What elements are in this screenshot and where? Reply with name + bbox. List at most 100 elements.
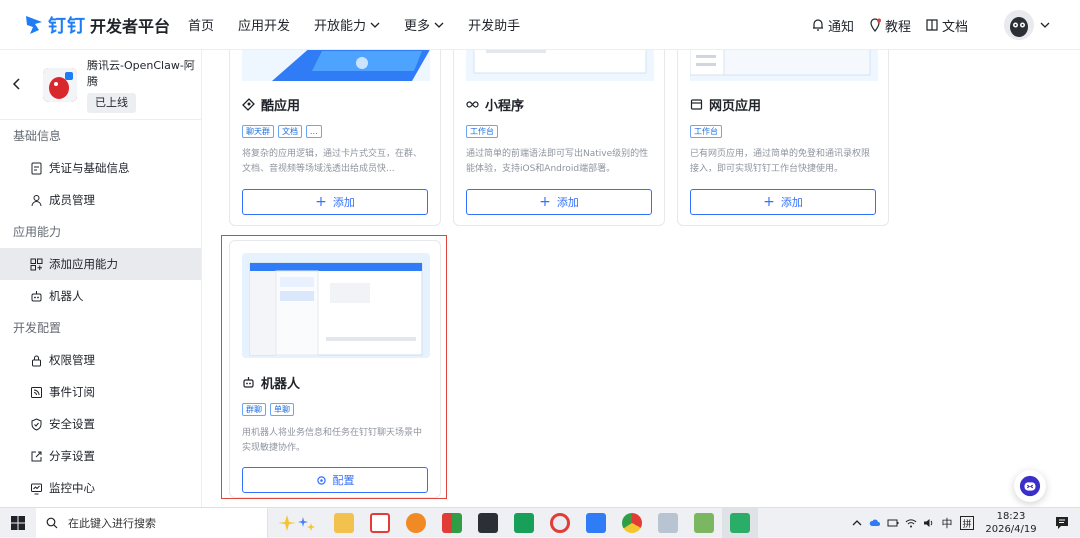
group-app-capability: 应用能力: [13, 225, 62, 239]
add-cool-app-button[interactable]: + 添加: [242, 189, 428, 215]
sidebar-item-label: 事件订阅: [49, 385, 95, 399]
nav-open-capability-label: 开放能力: [314, 19, 367, 34]
clock-time: 18:23: [996, 511, 1026, 522]
tray-expand[interactable]: [848, 508, 866, 538]
notify-label: 通知: [827, 19, 854, 35]
nav-dev-assistant[interactable]: 开发助手: [468, 15, 520, 34]
tag: 工作台: [466, 125, 498, 138]
sidebar-item-monitor[interactable]: 监控中心: [0, 472, 201, 504]
robot-icon: [31, 290, 42, 301]
sidebar-item-label: 分享设置: [49, 449, 95, 463]
chevron-down-icon: [434, 22, 444, 28]
taskbar-notes[interactable]: [686, 508, 722, 538]
lobster-mascot-icon: [43, 68, 77, 102]
notification-center-button[interactable]: [1044, 508, 1080, 538]
taskbar-chrome[interactable]: [614, 508, 650, 538]
grid-add-icon: [30, 258, 43, 270]
shield-icon: [31, 417, 42, 431]
taskbar-code-app[interactable]: [506, 508, 542, 538]
add-web-app-button[interactable]: + 添加: [690, 189, 876, 215]
chevron-down-icon[interactable]: [1040, 20, 1050, 30]
notify-button[interactable]: 通知: [811, 16, 854, 35]
taskbar-file-explorer[interactable]: [326, 508, 362, 538]
swirl-app-icon: [550, 512, 570, 533]
terminal-icon: [478, 512, 498, 533]
subscribe-icon: [31, 386, 42, 398]
sparkle-icon: [278, 514, 315, 531]
sidebar-item-security[interactable]: 安全设置: [0, 408, 201, 440]
search-placeholder: 在此键入进行搜索: [68, 516, 156, 530]
taskbar-search-app[interactable]: [398, 508, 434, 538]
brand-name: 钉钉: [48, 15, 86, 37]
card-description: 已有网页应用，通过简单的免登和通讯录权限接入，即可实现钉钉工作台快捷使用。: [690, 149, 871, 174]
nav-dev-assistant-label: 开发助手: [468, 19, 521, 34]
nav-app-dev[interactable]: 应用开发: [238, 15, 290, 34]
taskbar-image-viewer[interactable]: [650, 508, 686, 538]
group-basic-info: 基础信息: [13, 129, 62, 143]
taskbar-wechat[interactable]: [722, 507, 758, 538]
nav-open-capability[interactable]: 开放能力: [314, 15, 380, 34]
nav-home[interactable]: 首页: [188, 15, 214, 34]
sidebar-item-permissions[interactable]: 权限管理: [0, 344, 201, 376]
code-app-icon: [514, 512, 534, 533]
card-title: 小程序: [466, 95, 524, 114]
user-icon: [31, 194, 42, 206]
app-icon: [43, 68, 77, 102]
plus-icon: +: [315, 194, 327, 210]
card-description: 将复杂的应用逻辑，通过卡片式交互，在群、文档、音视频等场域浅透出给成员快...: [242, 149, 423, 174]
sidebar-item-label: 安全设置: [49, 417, 95, 431]
back-arrow-icon[interactable]: [11, 78, 23, 90]
assistant-bot-icon: [1019, 475, 1041, 497]
lock-icon: [32, 355, 41, 366]
tutorial-button[interactable]: 教程: [868, 16, 911, 35]
tray-cloud[interactable]: [866, 508, 884, 538]
logo[interactable]: 钉钉 开发者平台: [24, 12, 174, 38]
taskbar-terminal[interactable]: [470, 508, 506, 538]
taskbar-swirl-app[interactable]: [542, 508, 578, 538]
sparkle-search-highlight-icon[interactable]: [268, 508, 326, 538]
plus-icon: +: [539, 194, 551, 210]
dingtalk-logo-icon: [26, 15, 42, 34]
image-viewer-icon: [658, 512, 678, 533]
card-title: 酷应用: [242, 95, 300, 114]
tray-battery[interactable]: [884, 508, 902, 538]
infinity-link-icon: [466, 101, 479, 108]
notification-icon: [1056, 517, 1068, 529]
add-mini-program-button[interactable]: + 添加: [466, 189, 652, 215]
clock-date: 2026/4/19: [985, 524, 1037, 535]
volume-icon: [924, 519, 933, 527]
tray-ime[interactable]: 拼: [960, 516, 974, 530]
tray-volume[interactable]: [920, 508, 938, 538]
sidebar-item-credentials[interactable]: 凭证与基础信息: [0, 152, 201, 184]
tag: 聊天群: [242, 125, 274, 138]
taskbar-search-input[interactable]: 在此键入进行搜索: [36, 507, 268, 538]
nav-more[interactable]: 更多: [404, 15, 444, 34]
cool-app-preview-icon: [242, 50, 430, 81]
avatar-character-icon: [1004, 10, 1034, 40]
sidebar-item-label: 添加应用能力: [49, 257, 118, 271]
colorful-app-icon: [442, 512, 462, 533]
avatar[interactable]: [1004, 10, 1034, 40]
taskbar-clock[interactable]: 18:23 2026/4/19: [978, 510, 1044, 536]
button-label: 添加: [780, 196, 803, 209]
docs-button[interactable]: 文档: [925, 16, 968, 35]
sidebar-item-label: 机器人: [49, 289, 84, 303]
sidebar-item-members[interactable]: 成员管理: [0, 184, 201, 216]
taskbar-colorful-app[interactable]: [434, 508, 470, 538]
tag[interactable]: ...: [306, 125, 322, 138]
book-icon: [926, 19, 938, 31]
card-preview-image: [242, 50, 430, 81]
card-description: 通过简单的前端语法即可写出Native级别的性能体验，支持iOS和Android…: [466, 149, 649, 174]
sidebar-item-event-subscription[interactable]: 事件订阅: [0, 376, 201, 408]
taskbar-bird-app[interactable]: [578, 508, 614, 538]
tray-wifi[interactable]: [902, 508, 920, 538]
taskbar-wps[interactable]: [362, 508, 398, 538]
start-button[interactable]: [0, 508, 36, 538]
sidebar-item-add-capability[interactable]: 添加应用能力: [0, 248, 201, 280]
tray-language[interactable]: 中: [938, 508, 956, 538]
sidebar-item-share[interactable]: 分享设置: [0, 440, 201, 472]
nav-links: 首页 应用开发 开放能力 更多 开发助手: [188, 15, 544, 34]
sidebar-item-robot[interactable]: 机器人: [0, 280, 201, 312]
tutorial-label: 教程: [884, 19, 911, 35]
floating-assistant-button[interactable]: [1014, 470, 1046, 502]
